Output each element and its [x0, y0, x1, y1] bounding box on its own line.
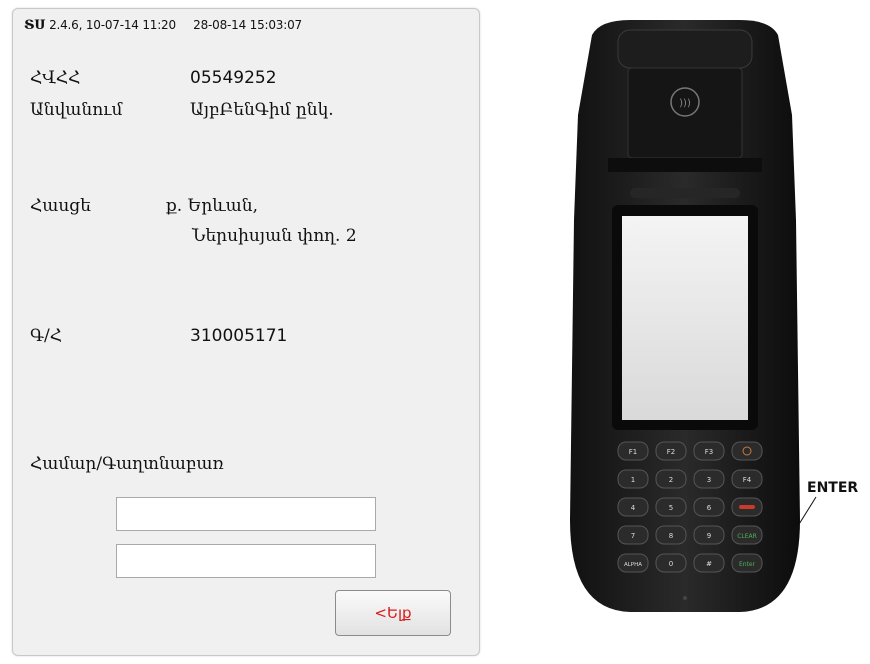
date-2: 28-08-14 15:03:07: [193, 18, 302, 32]
gs-value: 310005171: [190, 326, 288, 346]
login-label: Համար/Գաղտնաբառ: [30, 454, 224, 474]
address-line-2: Ներսիսյան փող. 2: [192, 226, 357, 246]
password-input[interactable]: [116, 544, 376, 578]
svg-text:))): ))): [679, 98, 691, 109]
svg-text:4: 4: [631, 504, 636, 512]
version-text: 2.4.6,: [49, 18, 83, 32]
svg-text:F3: F3: [705, 448, 713, 456]
svg-text:2: 2: [669, 476, 673, 484]
address-label: Հասցե: [30, 196, 91, 216]
name-value: ԱյբԲենԳիմ ընկ.: [190, 100, 334, 120]
svg-text:7: 7: [631, 532, 635, 540]
svg-text:9: 9: [707, 532, 711, 540]
svg-text:0: 0: [669, 560, 673, 568]
name-label: Անվանում: [30, 100, 123, 120]
svg-text:#: #: [706, 560, 712, 568]
number-input[interactable]: [116, 497, 376, 531]
app-logo: ՏՍ: [24, 18, 46, 33]
gs-label: Գ/Հ: [30, 326, 62, 346]
svg-text:F2: F2: [667, 448, 675, 456]
address-line-1: ք. Երևան,: [166, 196, 259, 216]
enter-leader-line: [785, 496, 817, 546]
svg-text:F4: F4: [743, 476, 752, 484]
tin-value: 05549252: [190, 68, 277, 88]
svg-text:CLEAR: CLEAR: [737, 533, 757, 540]
svg-text:1: 1: [631, 476, 635, 484]
date-1: 10-07-14 11:20: [85, 18, 176, 32]
status-header: ՏՍ 2.4.6, 10-07-14 11:20 28-08-14 15:03:…: [24, 18, 302, 33]
svg-text:3: 3: [707, 476, 711, 484]
svg-text:6: 6: [707, 504, 712, 512]
svg-text:ALPHA: ALPHA: [624, 562, 642, 568]
svg-text:8: 8: [669, 532, 673, 540]
tin-label: ՀՎՀՀ: [30, 68, 81, 88]
enter-callout-label: ENTER: [807, 480, 859, 496]
svg-text:F1: F1: [629, 448, 637, 456]
svg-text:5: 5: [669, 504, 673, 512]
exit-button[interactable]: <Ելք: [335, 590, 451, 636]
payment-terminal: ))) F1 F2 F3 1 2 3 F4 4 5 6 7 8 9 CLEAR …: [560, 20, 810, 615]
svg-text:Enter: Enter: [739, 561, 756, 568]
terminal-screen: [622, 216, 748, 420]
terminal-illustration: ))) F1 F2 F3 1 2 3 F4 4 5 6 7 8 9 CLEAR …: [570, 20, 800, 612]
